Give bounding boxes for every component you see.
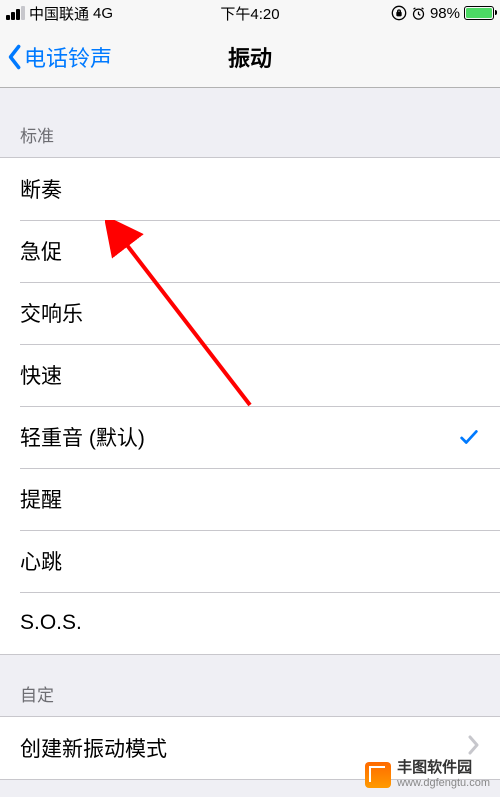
watermark-title: 丰图软件园 bbox=[397, 760, 490, 777]
chevron-right-icon bbox=[468, 735, 480, 761]
list-item-label: 创建新振动模式 bbox=[20, 733, 167, 763]
list-item[interactable]: S.O.S. bbox=[0, 592, 500, 654]
carrier-label: 中国联通 bbox=[29, 3, 89, 24]
clock: 下午4:20 bbox=[220, 3, 279, 24]
rotation-lock-icon bbox=[391, 5, 407, 21]
standard-list: 断奏 急促 交响乐 快速 轻重音 (默认) 提醒 心跳 S.O.S. bbox=[0, 157, 500, 655]
list-item[interactable]: 急促 bbox=[0, 220, 500, 282]
list-item[interactable]: 断奏 bbox=[0, 158, 500, 220]
battery-percent: 98% bbox=[430, 5, 460, 22]
battery-icon bbox=[464, 6, 494, 20]
list-item-label: 快速 bbox=[20, 360, 62, 390]
status-left: 中国联通 4G bbox=[6, 3, 113, 24]
page-title: 振动 bbox=[228, 41, 272, 73]
list-item[interactable]: 交响乐 bbox=[0, 282, 500, 344]
list-item-label: 心跳 bbox=[20, 546, 62, 576]
list-item-label: 交响乐 bbox=[20, 298, 83, 328]
section-header-custom: 自定 bbox=[0, 655, 500, 716]
nav-bar: 电话铃声 振动 bbox=[0, 26, 500, 88]
check-icon bbox=[458, 426, 480, 448]
list-item-label: S.O.S. bbox=[20, 611, 82, 635]
list-item-label: 断奏 bbox=[20, 174, 62, 204]
alarm-icon bbox=[411, 6, 426, 21]
signal-icon bbox=[6, 6, 25, 20]
list-item[interactable]: 心跳 bbox=[0, 530, 500, 592]
network-label: 4G bbox=[93, 5, 113, 22]
list-item-label: 急促 bbox=[20, 236, 62, 266]
list-item-label: 轻重音 (默认) bbox=[20, 422, 145, 452]
list-item-label: 提醒 bbox=[20, 484, 62, 514]
status-bar: 中国联通 4G 下午4:20 98% bbox=[0, 0, 500, 26]
back-label: 电话铃声 bbox=[24, 41, 112, 73]
section-header-standard: 标准 bbox=[0, 88, 500, 157]
list-item[interactable]: 快速 bbox=[0, 344, 500, 406]
back-button[interactable]: 电话铃声 bbox=[0, 41, 112, 73]
watermark-logo-icon bbox=[365, 762, 391, 788]
chevron-left-icon bbox=[6, 43, 22, 71]
list-item[interactable]: 提醒 bbox=[0, 468, 500, 530]
list-item[interactable]: 轻重音 (默认) bbox=[0, 406, 500, 468]
watermark: 丰图软件园 www.dgfengtu.com bbox=[365, 758, 494, 791]
watermark-url: www.dgfengtu.com bbox=[397, 777, 490, 789]
status-right: 98% bbox=[391, 5, 494, 22]
